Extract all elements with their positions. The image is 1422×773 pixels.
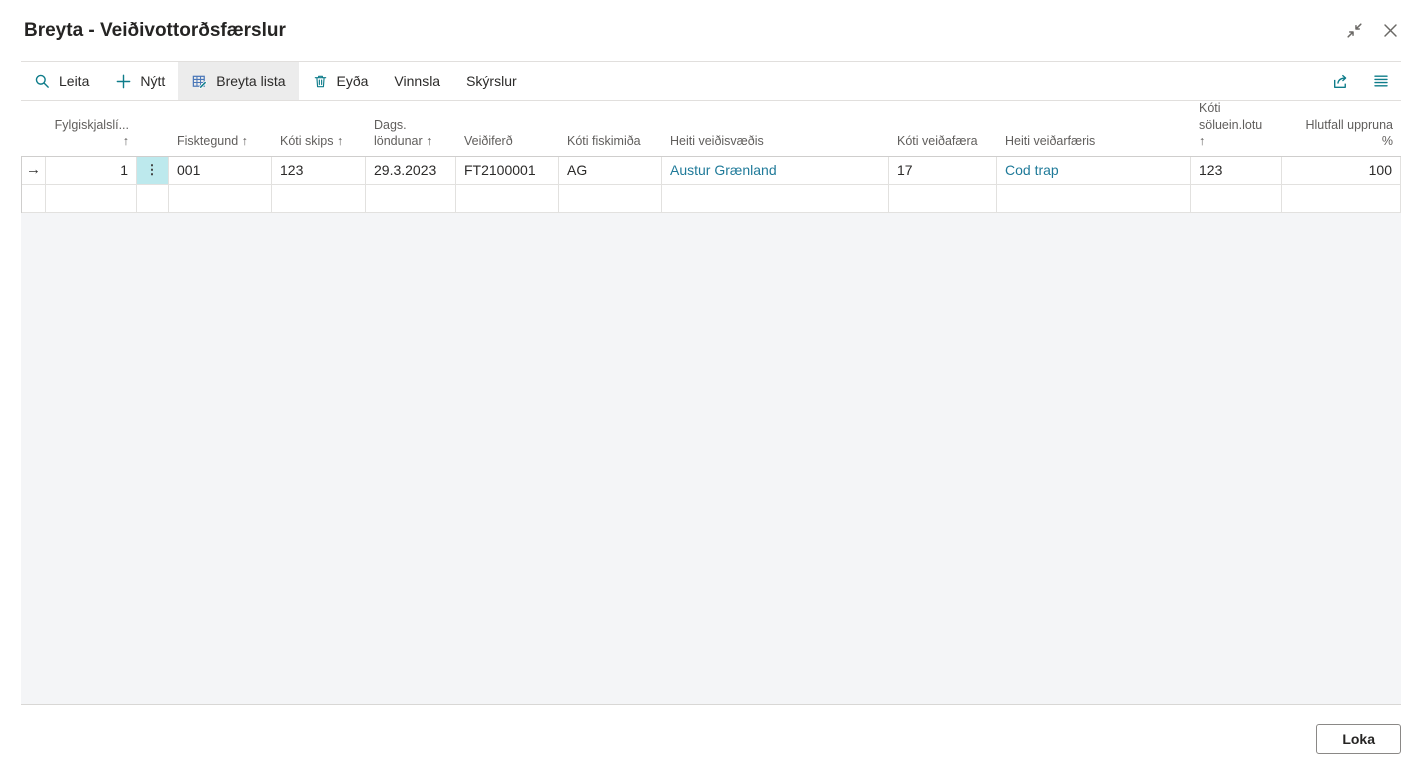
toolbar-item-vinnsla[interactable]: Vinnsla [381, 62, 453, 100]
trash-icon [312, 73, 329, 90]
list-view-icon [1372, 72, 1390, 90]
column-header-fisktegund[interactable]: Fisktegund ↑ [169, 133, 272, 156]
toolbar-right-actions [1320, 62, 1401, 100]
table-row: →1⋮00112329.3.2023FT2100001AGAustur Græn… [22, 157, 1401, 185]
grid-cell[interactable]: 123 [1191, 157, 1282, 185]
grid-cell[interactable] [997, 185, 1191, 213]
plus-icon [115, 73, 132, 90]
grid-cell[interactable] [662, 185, 889, 213]
dialog-window: Breyta - Veiðivottorðsfærslur Leita Nýtt B… [0, 0, 1422, 773]
grid-cell[interactable]: FT2100001 [456, 157, 559, 185]
collapse-button[interactable] [1342, 19, 1366, 43]
toolbar-item-label: Skýrslur [466, 73, 517, 89]
toolbar-item-label: Leita [59, 73, 89, 89]
column-header-empty [22, 149, 46, 156]
toolbar-item-leita[interactable]: Leita [21, 62, 102, 100]
grid-cell[interactable] [1191, 185, 1282, 213]
grid-cell[interactable]: 123 [272, 157, 366, 185]
column-header-heiti-vei-arf-ris[interactable]: Heiti veiðarfæris [997, 133, 1191, 156]
grid-cell[interactable] [46, 185, 137, 213]
share-icon [1331, 72, 1350, 91]
row-menu-icon[interactable]: ⋮ [137, 157, 169, 185]
close-icon [1381, 21, 1400, 40]
grid-cell[interactable] [559, 185, 662, 213]
toolbar-item-ey-a[interactable]: Eyða [299, 62, 382, 100]
grid-cell[interactable] [272, 185, 366, 213]
grid-cell[interactable]: 29.3.2023 [366, 157, 456, 185]
row-menu-cell [137, 185, 169, 213]
column-header-empty [137, 149, 169, 156]
page-content: Fylgiskjalslí... ↑ Fisktegund ↑Kóti skips… [21, 101, 1401, 705]
column-header-k-ti-fiskimi-a[interactable]: Kóti fiskimiða [559, 133, 662, 156]
close-button[interactable] [1378, 19, 1402, 43]
toolbar-item-label: Eyða [337, 73, 369, 89]
edit-list-icon [191, 73, 208, 90]
column-header-hlutfall-uppruna[interactable]: Hlutfall uppruna % [1282, 117, 1401, 157]
grid-cell[interactable]: Cod trap [997, 157, 1191, 185]
title-bar: Breyta - Veiðivottorðsfærslur [0, 0, 1422, 61]
toolbar-item-breyta-lista[interactable]: Breyta lista [178, 62, 298, 100]
window-controls [1342, 19, 1402, 43]
close-dialog-button[interactable]: Loka [1316, 724, 1401, 754]
active-row-indicator-icon: → [22, 157, 46, 185]
share-button[interactable] [1320, 62, 1361, 100]
toolbar-item-n-tt[interactable]: Nýtt [102, 62, 178, 100]
grid-cell[interactable]: 001 [169, 157, 272, 185]
toolbar-actions: Leita Nýtt Breyta lista Eyða Vinnsla Skýrslur [21, 62, 530, 100]
grid-cell[interactable] [889, 185, 997, 213]
toolbar-item-label: Vinnsla [394, 73, 440, 89]
column-header-fylgiskjalsl[interactable]: Fylgiskjalslí... ↑ [46, 117, 137, 157]
column-header-k-ti-skips[interactable]: Kóti skips ↑ [272, 133, 366, 156]
column-header-k-ti[interactable]: Kóti söluein.lotu ↑ [1191, 100, 1282, 156]
page-title: Breyta - Veiðivottorðsfærslur [24, 20, 286, 42]
column-header-dags[interactable]: Dags. löndunar ↑ [366, 117, 456, 157]
grid-cell[interactable]: Austur Grænland [662, 157, 889, 185]
table-row [22, 185, 1401, 213]
grid-cell[interactable]: 17 [889, 157, 997, 185]
toolbar-item-label: Nýtt [140, 73, 165, 89]
list-view-button[interactable] [1361, 62, 1401, 100]
dialog-footer: Loka [0, 705, 1422, 773]
column-header-vei-ifer[interactable]: Veiðiferð [456, 133, 559, 156]
action-toolbar: Leita Nýtt Breyta lista Eyða Vinnsla Skýrslur [21, 61, 1401, 101]
search-icon [34, 73, 51, 90]
grid-cell[interactable] [169, 185, 272, 213]
grid-cell[interactable] [1282, 185, 1401, 213]
collapse-icon [1345, 21, 1364, 40]
grid-cell[interactable]: 1 [46, 157, 137, 185]
toolbar-item-sk-rslur[interactable]: Skýrslur [453, 62, 530, 100]
row-indicator-cell [22, 185, 46, 213]
grid-cell[interactable] [456, 185, 559, 213]
column-header-k-ti-vei-af-ra[interactable]: Kóti veiðafæra [889, 133, 997, 156]
grid-cell[interactable] [366, 185, 456, 213]
grid-cell[interactable]: 100 [1282, 157, 1401, 185]
toolbar-item-label: Breyta lista [216, 73, 285, 89]
grid-header-row: Fylgiskjalslí... ↑ Fisktegund ↑Kóti skips… [21, 101, 1401, 156]
grid-cell[interactable]: AG [559, 157, 662, 185]
column-header-heiti-vei-isv-is[interactable]: Heiti veiðisvæðis [662, 133, 889, 156]
grid-body: →1⋮00112329.3.2023FT2100001AGAustur Græn… [21, 156, 1401, 213]
